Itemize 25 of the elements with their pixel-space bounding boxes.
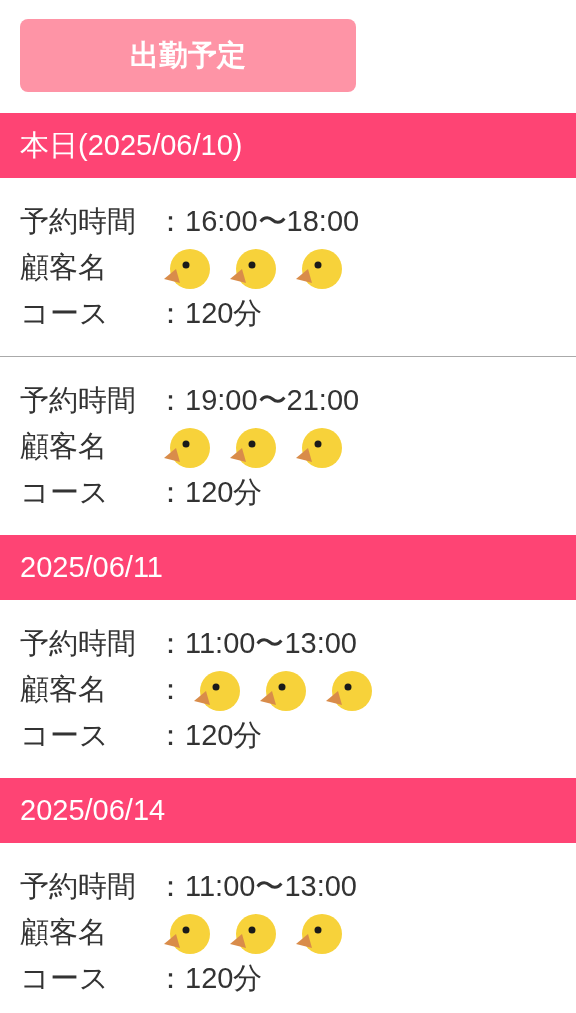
field-label: コース xyxy=(20,961,110,997)
field-label: 顧客名 xyxy=(20,672,108,708)
field-label: 予約時間 xyxy=(20,626,137,662)
field-value: ： xyxy=(156,672,185,708)
field-label: コース xyxy=(20,296,110,332)
field-label: コース xyxy=(20,718,110,754)
field-value: ：19:00〜21:00 xyxy=(156,383,360,419)
field-value: ：16:00〜18:00 xyxy=(156,204,360,240)
field-value: ：120分 xyxy=(156,718,263,754)
date-header: 2025/06/11 xyxy=(0,535,576,600)
field-value: ：11:00〜13:00 xyxy=(156,626,357,662)
field-value: ：120分 xyxy=(156,961,263,997)
field-label: コース xyxy=(20,475,110,511)
field-label: 予約時間 xyxy=(20,383,137,419)
field-label: 顧客名 xyxy=(20,429,108,465)
field-label: 顧客名 xyxy=(20,250,108,286)
field-value: ：120分 xyxy=(156,296,263,332)
date-header: 本日(2025/06/10) xyxy=(0,113,576,178)
field-label: 予約時間 xyxy=(20,869,137,905)
field-label: 予約時間 xyxy=(20,204,137,240)
field-value: ：120分 xyxy=(156,475,263,511)
schedule-button[interactable]: 出勤予定 xyxy=(20,19,356,92)
date-header: 2025/06/14 xyxy=(0,778,576,843)
field-value: ：11:00〜13:00 xyxy=(156,869,357,905)
field-label: 顧客名 xyxy=(20,915,108,951)
